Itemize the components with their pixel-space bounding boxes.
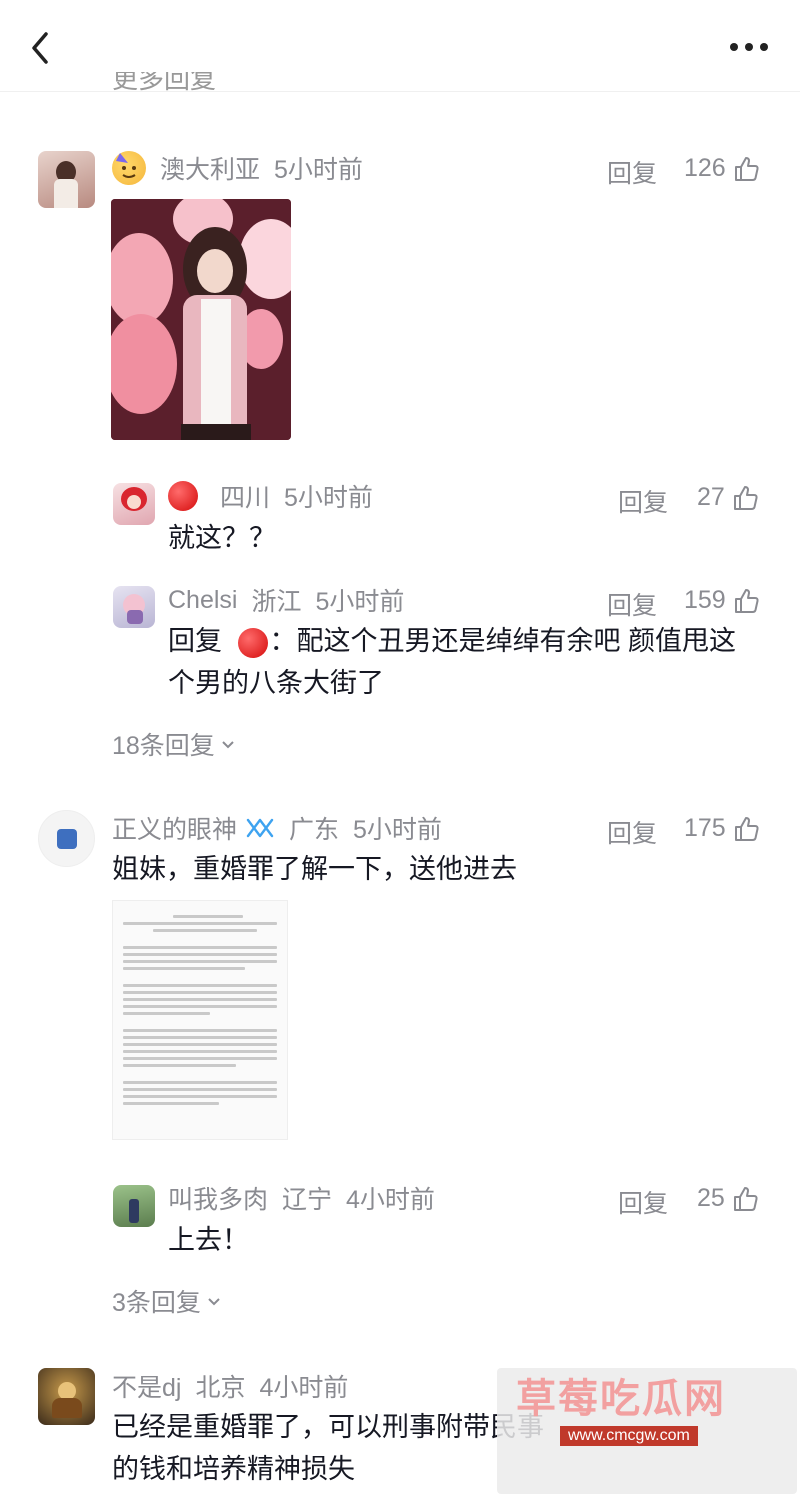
chevron-down-icon	[222, 741, 234, 749]
user-location: 北京	[195, 1374, 246, 1402]
watermark-url: www.cmcgw.com	[560, 1426, 698, 1446]
verified-badge-icon	[246, 818, 274, 838]
comment-meta: 四川 5小时前	[168, 478, 373, 514]
comment-image[interactable]	[112, 900, 288, 1140]
user-name[interactable]: 叫我多肉	[168, 1180, 268, 1216]
like-count: 27	[697, 483, 725, 511]
user-name[interactable]: 不是dj	[112, 1368, 181, 1404]
replies-count: 3条回复	[112, 1289, 201, 1317]
avatar[interactable]	[113, 586, 155, 628]
comment-text: 姐妹，重婚罪了解一下，送他进去	[112, 854, 517, 884]
like-count: 175	[684, 814, 726, 842]
avatar[interactable]	[38, 151, 95, 208]
comment-meta: 叫我多肉 辽宁 4小时前	[168, 1180, 435, 1216]
avatar[interactable]	[38, 810, 95, 867]
like-button[interactable]: 25	[697, 1184, 759, 1213]
expand-replies-button[interactable]: 3条回复	[112, 1283, 223, 1319]
expand-replies-button[interactable]: 18条回复	[112, 726, 237, 762]
comment-time: 5小时前	[284, 484, 373, 512]
thumbs-up-icon	[734, 588, 759, 613]
thumbs-up-icon	[734, 156, 759, 181]
like-count: 25	[697, 1184, 725, 1212]
comment-text: 上去！	[168, 1225, 249, 1255]
user-name[interactable]: Chelsi	[168, 586, 237, 615]
comment-text-line: 已经是重婚罪了，可以刑事附带民事	[112, 1412, 544, 1442]
replies-count: 18条回复	[112, 732, 215, 760]
comment-text-line: 的钱和培养精神损失	[112, 1454, 355, 1484]
avatar[interactable]	[113, 1185, 155, 1227]
comment-time: 4小时前	[259, 1374, 349, 1402]
party-face-icon	[112, 151, 146, 185]
user-name[interactable]: 澳大利亚	[160, 150, 260, 186]
comment-text: 回复 ：配这个丑男还是绰绰有余吧 颜值甩这 个男的八条大街了	[168, 620, 768, 704]
comment-meta: Chelsi 浙江 5小时前	[168, 582, 404, 618]
thumbs-up-icon	[734, 816, 759, 841]
avatar[interactable]	[38, 1368, 95, 1425]
user-name[interactable]: 四川	[220, 478, 270, 514]
like-button[interactable]: 27	[697, 483, 759, 512]
like-count: 159	[684, 586, 726, 614]
user-location: 广东	[289, 816, 340, 844]
red-circle-icon	[168, 481, 198, 511]
reply-prefix: 回复	[168, 626, 222, 656]
chevron-down-icon	[208, 1298, 220, 1306]
reply-button[interactable]: 回复	[607, 814, 657, 850]
like-button[interactable]: 126	[684, 154, 760, 183]
comment-time: 4小时前	[346, 1186, 435, 1214]
reply-button[interactable]: 回复	[607, 586, 657, 622]
thumbs-up-icon	[733, 485, 758, 510]
like-count: 126	[684, 154, 726, 182]
comment-meta: 正义的眼神 广东 5小时前	[112, 810, 442, 846]
like-button[interactable]: 159	[684, 586, 760, 615]
watermark-text: 草莓吃瓜网	[516, 1377, 726, 1421]
partial-text: 更多回复	[112, 72, 217, 92]
reply-button[interactable]: 回复	[618, 483, 668, 519]
comment-meta: 不是dj 北京 4小时前	[112, 1368, 348, 1404]
comment-text-line: ：配这个丑男还是绰绰有余吧 颜值甩这	[269, 626, 737, 656]
user-name[interactable]: 正义的眼神	[112, 810, 237, 846]
top-bar: 更多回复	[0, 0, 800, 92]
comment-meta: 澳大利亚 5小时前	[112, 150, 363, 186]
reply-button[interactable]: 回复	[618, 1184, 668, 1220]
comment-text: 就这？？	[168, 523, 276, 553]
comment-image[interactable]	[111, 199, 291, 440]
like-button[interactable]: 175	[684, 814, 760, 843]
more-dots-icon[interactable]	[730, 40, 768, 54]
user-location: 浙江	[251, 588, 302, 616]
comment-time: 5小时前	[274, 156, 363, 184]
comment-text-line: 个男的八条大街了	[168, 668, 384, 698]
thumbs-up-icon	[733, 1186, 758, 1211]
avatar[interactable]	[113, 483, 155, 525]
reply-button[interactable]: 回复	[607, 154, 657, 190]
comment-time: 5小时前	[353, 816, 442, 844]
chevron-left-icon[interactable]	[26, 28, 56, 68]
user-location: 辽宁	[282, 1186, 333, 1214]
comment-time: 5小时前	[315, 588, 405, 616]
red-circle-icon	[237, 627, 268, 658]
